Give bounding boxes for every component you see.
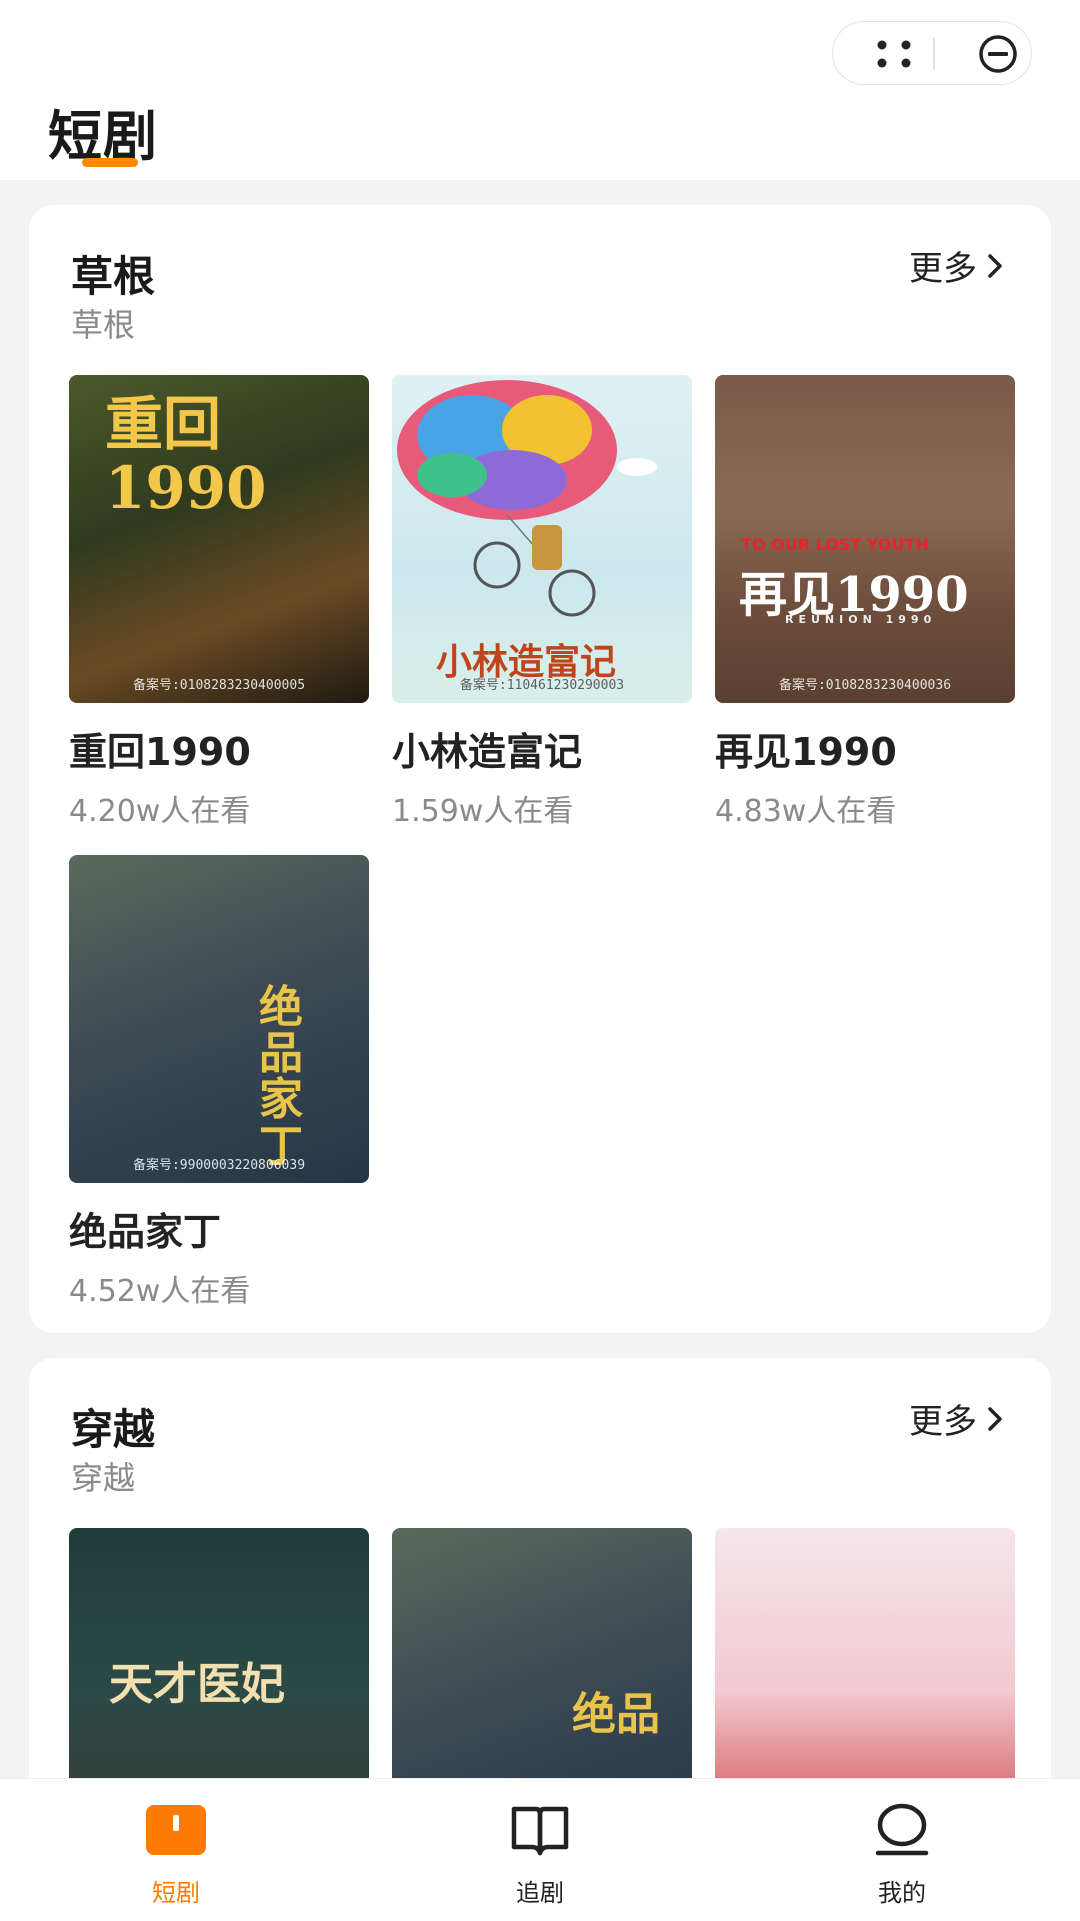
- poster-title-text: 绝品家丁: [259, 982, 303, 1172]
- more-label: 更多: [909, 1402, 977, 1442]
- chevron-right-icon: [988, 253, 1002, 278]
- section-title: 穿越: [71, 1405, 156, 1454]
- more-label: 更多: [909, 249, 977, 289]
- tab-follow[interactable]: 追剧: [470, 1803, 610, 1908]
- poster-title-text: 天才医妃: [109, 1659, 285, 1710]
- poster-image: 绝品家丁 备案号:9900003220806039: [69, 855, 369, 1183]
- drama-card[interactable]: 重回1990 备案号:0108283230400005 重回1990 4.20w…: [69, 375, 369, 830]
- section-title: 草根: [71, 252, 156, 301]
- title-underline: [82, 158, 138, 167]
- more-button[interactable]: 更多: [909, 1394, 1003, 1443]
- section-caogen: 草根 草根 更多 重回1990 备案号:0108283230400005 重回1…: [29, 205, 1051, 1333]
- tab-short-drama[interactable]: 短剧: [106, 1803, 246, 1908]
- dots-menu-icon[interactable]: [875, 38, 913, 70]
- drama-title: 小林造富记: [392, 730, 583, 774]
- section-subtitle: 穿越: [71, 1459, 136, 1497]
- capsule-divider: [933, 38, 935, 70]
- short-drama-icon: [146, 1805, 206, 1855]
- poster-image: 重回1990 备案号:0108283230400005: [69, 375, 369, 703]
- view-count: 4.83w人在看: [715, 794, 897, 829]
- chevron-right-icon: [988, 1406, 1002, 1431]
- license-text: 备案号:9900003220806039: [132, 1158, 306, 1173]
- drama-card[interactable]: 绝品家丁 备案号:9900003220806039 绝品家丁 4.52w人在看: [69, 855, 369, 1310]
- more-button[interactable]: 更多: [909, 241, 1003, 290]
- view-count: 4.52w人在看: [69, 1274, 251, 1309]
- drama-title: 再见1990: [715, 730, 897, 774]
- poster-image: 小林造富记 备案号:110461230290003: [392, 375, 692, 703]
- section-subtitle: 草根: [71, 306, 136, 344]
- view-count: 4.20w人在看: [69, 794, 251, 829]
- drama-title: 绝品家丁: [69, 1210, 222, 1254]
- poster-title-text: 绝品: [572, 1689, 660, 1740]
- tab-mine[interactable]: 我的: [832, 1803, 972, 1908]
- tab-label: 追剧: [516, 1879, 564, 1907]
- tab-label: 我的: [878, 1879, 926, 1907]
- drama-card[interactable]: TO OUR LOST YOUTH 再见1990 REUNION 1990 备案…: [715, 375, 1015, 830]
- poster-title-text: 重回1990: [105, 390, 267, 522]
- license-text: 备案号:0108283230400005: [132, 678, 306, 693]
- drama-card[interactable]: 小林造富记 备案号:110461230290003 小林造富记 1.59w人在看: [392, 375, 692, 830]
- drama-title: 重回1990: [69, 730, 251, 774]
- book-icon: [511, 1806, 569, 1856]
- poster-image: TO OUR LOST YOUTH 再见1990 REUNION 1990 备案…: [715, 375, 1015, 703]
- license-text: 备案号:110461230290003: [459, 678, 625, 693]
- minus-circle-icon[interactable]: [978, 34, 1018, 74]
- view-count: 1.59w人在看: [392, 794, 574, 829]
- header: 短剧: [0, 0, 1080, 180]
- profile-icon: [875, 1803, 929, 1856]
- bottom-tab-bar: 短剧 追剧 我的: [0, 1778, 1080, 1921]
- poster-subtitle-en2: REUNION 1990: [785, 613, 937, 626]
- tab-label: 短剧: [152, 1879, 200, 1907]
- poster-subtitle-en: TO OUR LOST YOUTH: [741, 535, 929, 554]
- license-text: 备案号:0108283230400036: [778, 678, 952, 693]
- mini-program-capsule: [832, 21, 1032, 85]
